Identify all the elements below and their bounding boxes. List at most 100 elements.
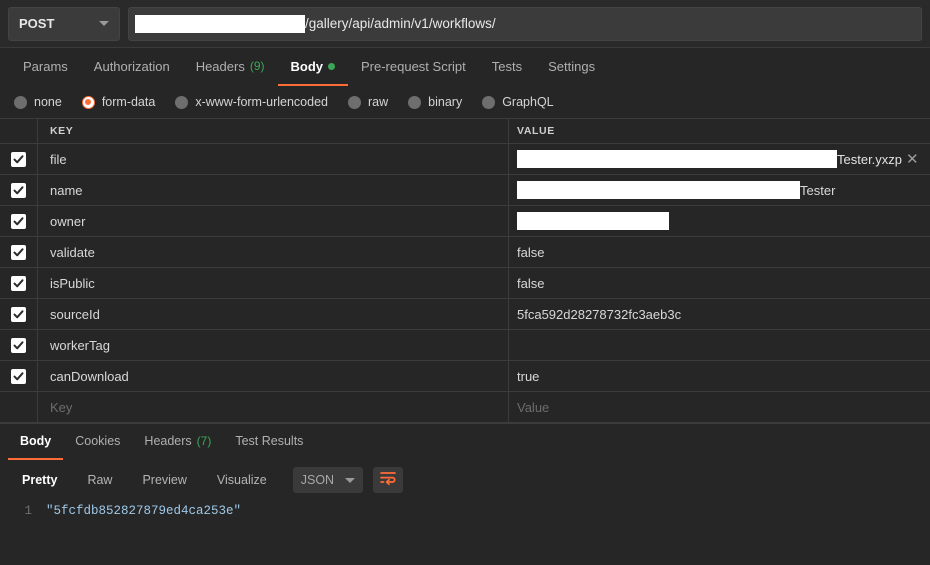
word-wrap-button[interactable]: [372, 467, 403, 493]
checkbox-checked-icon[interactable]: [11, 151, 26, 167]
response-tab-test-results[interactable]: Test Results: [223, 424, 315, 460]
new-value-input[interactable]: Value: [509, 392, 930, 422]
body-type-none[interactable]: none: [14, 95, 62, 109]
tab-params[interactable]: Params: [10, 48, 81, 86]
checkbox-checked-icon[interactable]: [11, 368, 26, 384]
response-tab-headers[interactable]: Headers (7): [132, 424, 223, 460]
table-row: validate false: [0, 237, 930, 268]
body-type-binary-label: binary: [428, 95, 463, 109]
row-checkbox-cell[interactable]: [0, 392, 38, 422]
tab-settings-label: Settings: [548, 58, 596, 74]
row-key[interactable]: canDownload: [38, 361, 509, 391]
table-header-row: KEY VALUE: [0, 119, 930, 144]
view-tab-raw[interactable]: Raw: [73, 469, 126, 491]
body-type-binary[interactable]: binary: [408, 95, 462, 109]
row-value[interactable]: Tester: [509, 175, 930, 205]
tab-params-label: Params: [23, 58, 68, 74]
row-key[interactable]: owner: [38, 206, 509, 236]
body-type-form-data-label: form-data: [101, 95, 156, 109]
row-value[interactable]: [509, 330, 930, 360]
tab-body-label: Body: [290, 58, 324, 74]
checkbox-checked-icon[interactable]: [11, 337, 26, 353]
row-checkbox-cell[interactable]: [0, 299, 38, 329]
checkbox-checked-icon[interactable]: [11, 182, 26, 198]
request-url-bar: POST /gallery/api/admin/v1/workflows/: [0, 0, 930, 48]
body-type-none-label: none: [34, 95, 62, 109]
checkbox-checked-icon[interactable]: [11, 306, 26, 322]
table-row: isPublic false: [0, 268, 930, 299]
view-tab-pretty[interactable]: Pretty: [8, 469, 71, 491]
response-tab-cookies[interactable]: Cookies: [63, 424, 132, 460]
response-tab-bar: Body Cookies Headers (7) Test Results: [0, 424, 930, 460]
row-value[interactable]: true: [509, 361, 930, 391]
row-value[interactable]: 5fca592d28278732fc3aeb3c: [509, 299, 930, 329]
view-tab-preview[interactable]: Preview: [128, 469, 200, 491]
radio-icon: [175, 95, 189, 109]
tab-pre-request-script-label: Pre-request Script: [361, 58, 466, 74]
tab-body[interactable]: Body: [277, 48, 348, 86]
row-key[interactable]: workerTag: [38, 330, 509, 360]
body-active-indicator-icon: [328, 62, 335, 70]
checkbox-checked-icon[interactable]: [11, 244, 26, 260]
word-wrap-icon: [379, 471, 396, 490]
table-row: canDownload true: [0, 361, 930, 392]
table-row-empty: Key Value: [0, 392, 930, 423]
line-number: 1: [24, 504, 32, 518]
http-method-label: POST: [19, 16, 55, 31]
row-value[interactable]: [509, 206, 930, 236]
redacted-value-block: [517, 150, 837, 168]
tab-settings[interactable]: Settings: [535, 48, 608, 86]
radio-icon: [348, 95, 361, 109]
view-tab-visualize[interactable]: Visualize: [203, 469, 281, 491]
response-format-select[interactable]: JSON: [292, 467, 363, 493]
body-type-urlencoded[interactable]: x-www-form-urlencoded: [175, 95, 328, 109]
row-key[interactable]: file: [38, 144, 509, 174]
radio-icon: [408, 95, 422, 109]
row-checkbox-cell[interactable]: [0, 175, 38, 205]
code-line-text: "5fcfdb852827879ed4ca253e": [46, 504, 242, 518]
body-type-raw[interactable]: raw: [348, 95, 388, 109]
tab-headers-label: Headers: [195, 58, 245, 74]
row-checkbox-cell[interactable]: [0, 237, 38, 267]
response-tab-headers-count: (7): [196, 434, 212, 448]
table-row: workerTag: [0, 330, 930, 361]
response-view-toolbar: Pretty Raw Preview Visualize JSON: [0, 460, 930, 500]
body-type-form-data[interactable]: form-data: [81, 95, 156, 109]
row-value[interactable]: false: [509, 268, 930, 298]
tab-tests-label: Tests: [491, 58, 523, 74]
row-key[interactable]: sourceId: [38, 299, 509, 329]
url-input[interactable]: /gallery/api/admin/v1/workflows/: [128, 6, 922, 41]
tab-headers[interactable]: Headers (9): [183, 48, 278, 86]
response-tab-body-label: Body: [20, 434, 52, 448]
row-checkbox-cell[interactable]: [0, 206, 38, 236]
row-key[interactable]: name: [38, 175, 509, 205]
row-checkbox-cell[interactable]: [0, 361, 38, 391]
file-name-label: Tester.yxzp: [837, 151, 903, 167]
new-key-input[interactable]: Key: [38, 392, 509, 422]
tab-authorization[interactable]: Authorization: [81, 48, 183, 86]
remove-file-icon[interactable]: ✕: [902, 152, 923, 167]
response-tab-body[interactable]: Body: [8, 424, 64, 460]
row-key[interactable]: validate: [38, 237, 509, 267]
radio-icon: [14, 95, 27, 109]
response-format-label: JSON: [300, 473, 335, 487]
row-value[interactable]: false: [509, 237, 930, 267]
tab-tests[interactable]: Tests: [479, 48, 535, 86]
row-key[interactable]: isPublic: [38, 268, 509, 298]
checkbox-checked-icon[interactable]: [11, 213, 26, 229]
tab-pre-request-script[interactable]: Pre-request Script: [348, 48, 479, 86]
checkbox-checked-icon[interactable]: [11, 275, 26, 291]
body-type-graphql[interactable]: GraphQL: [482, 95, 554, 109]
tab-headers-count: (9): [249, 59, 265, 73]
chevron-down-icon: [344, 477, 355, 483]
request-tab-bar: Params Authorization Headers (9) Body Pr…: [0, 48, 930, 86]
code-line: 1 "5fcfdb852827879ed4ca253e": [0, 504, 930, 518]
row-value[interactable]: Tester.yxzp ✕: [509, 144, 930, 174]
row-checkbox-cell[interactable]: [0, 268, 38, 298]
row-checkbox-cell[interactable]: [0, 330, 38, 360]
response-body-code[interactable]: 1 "5fcfdb852827879ed4ca253e": [0, 500, 930, 518]
response-tab-headers-label: Headers: [144, 434, 192, 448]
http-method-select[interactable]: POST: [8, 6, 120, 41]
header-checkbox-cell: [0, 119, 38, 143]
row-checkbox-cell[interactable]: [0, 144, 38, 174]
